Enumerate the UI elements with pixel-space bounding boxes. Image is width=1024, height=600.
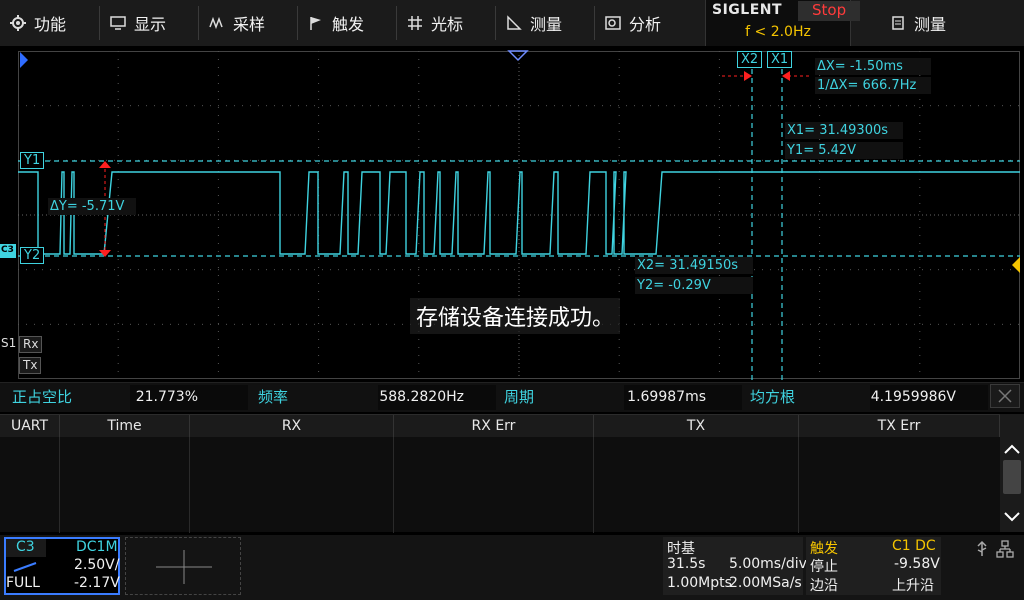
channel-coupling: DC1M — [76, 539, 118, 555]
usb-icon — [977, 540, 987, 556]
y2-readout: Y2= -0.29V — [635, 277, 753, 294]
trigger-position-marker — [507, 50, 529, 62]
serial-bus-label: S1 — [1, 336, 17, 350]
measure-duty-value: 21.773% — [135, 389, 198, 405]
timebase-delay: 31.5s — [667, 556, 706, 572]
network-icon — [996, 540, 1014, 558]
channel-scale: 2.50V/ — [74, 557, 120, 573]
chevron-up-icon — [1004, 444, 1020, 454]
timebase-memory: 1.00Mpts — [667, 575, 732, 591]
add-channel-slot[interactable] — [125, 537, 241, 595]
status-message: 存储设备连接成功。 — [410, 298, 621, 334]
channel-bandwidth: FULL — [6, 575, 40, 591]
trigger-state: 停止 — [810, 559, 838, 575]
scroll-thumb[interactable] — [1003, 460, 1021, 494]
channel-name: C3 — [16, 539, 35, 555]
y1-readout: Y1= 5.42V — [785, 142, 903, 159]
delta-x-arrow-left — [744, 71, 752, 81]
measure-freq-name[interactable]: 频率 — [258, 383, 288, 411]
delta-x-arrow-right — [782, 71, 790, 81]
delta-x-readout: ΔX= -1.50ms — [815, 58, 931, 75]
col-uart: UART — [0, 415, 60, 437]
serial-rx-tag: Rx — [19, 336, 43, 353]
cursor-x1-tag[interactable]: X1 — [767, 51, 793, 68]
trigger-type: 边沿 — [810, 578, 838, 594]
channel3-trace — [18, 171, 1020, 255]
measure-period-value: 1.69987ms — [627, 389, 706, 405]
col-rx-err: RX Err — [394, 415, 594, 437]
chevron-down-icon — [1004, 512, 1020, 522]
timebase-panel[interactable]: 时基 31.5s 5.00ms/div 1.00Mpts 2.00MSa/s — [663, 537, 807, 595]
close-icon — [998, 389, 1012, 403]
probe-slope-icon — [13, 562, 37, 572]
timebase-samplerate: 2.00MSa/s — [729, 575, 802, 591]
trigger-slope: 上升沿 — [892, 578, 934, 594]
cursor-y1-tag[interactable]: Y1 — [20, 152, 45, 169]
channel-ground-marker: C3 — [1, 245, 14, 255]
measure-rms-name[interactable]: 均方根 — [750, 383, 795, 411]
x2-readout: X2= 31.49150s — [635, 257, 753, 274]
decode-table: UART Time RX RX Err TX TX Err — [0, 414, 1000, 533]
serial-tx-tag: Tx — [19, 357, 42, 374]
trigger-panel[interactable]: 触发 C1 DC 停止 -9.58V 边沿 上升沿 — [806, 537, 941, 595]
channel-offset: -2.17V — [74, 575, 120, 591]
measure-close-button[interactable] — [990, 384, 1020, 408]
trigger-level: -9.58V — [894, 556, 940, 572]
col-rx: RX — [190, 415, 394, 437]
x1-readout: X1= 31.49300s — [785, 122, 903, 139]
col-tx-err: TX Err — [799, 415, 1000, 437]
plus-icon — [156, 550, 212, 584]
timebase-scale: 5.00ms/div — [729, 556, 807, 572]
left-position-marker — [20, 52, 28, 68]
col-time: Time — [60, 415, 190, 437]
measure-period-name[interactable]: 周期 — [504, 383, 534, 411]
cursor-x2-tag[interactable]: X2 — [737, 51, 763, 68]
delta-y-readout: ΔY= -5.71V — [48, 198, 136, 215]
col-tx: TX — [594, 415, 799, 437]
measure-duty-name[interactable]: 正占空比 — [12, 383, 72, 411]
scroll-up-button[interactable] — [1002, 438, 1022, 460]
trigger-level-marker — [1012, 257, 1020, 273]
cursor-y2-tag[interactable]: Y2 — [20, 247, 45, 264]
inv-delta-x-readout: 1/ΔX= 666.7Hz — [815, 77, 931, 94]
delta-y-arrow-up — [99, 161, 111, 168]
measurement-bar: 正占空比 21.773% 频率 588.2820Hz 周期 1.69987ms … — [0, 382, 1024, 412]
trigger-title: 触发 — [810, 541, 838, 557]
timebase-title: 时基 — [667, 541, 695, 557]
measure-freq-value: 588.2820Hz — [379, 389, 464, 405]
trigger-source: C1 DC — [892, 538, 936, 554]
measure-rms-value: 4.1959986V — [870, 389, 956, 405]
scroll-down-button[interactable] — [1002, 506, 1022, 528]
channel3-settings[interactable]: C3 DC1M 2.50V/ FULL -2.17V — [4, 537, 120, 595]
